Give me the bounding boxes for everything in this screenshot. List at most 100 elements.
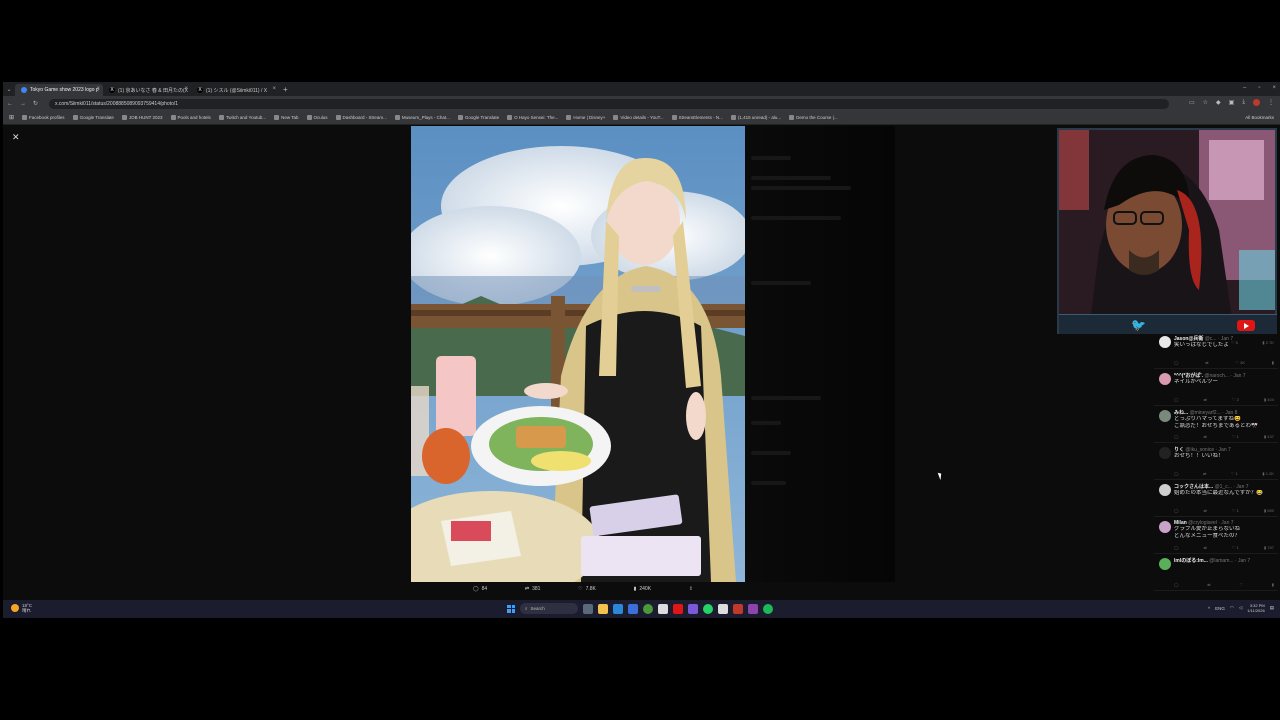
reply-stat[interactable]: ◯ [1174, 360, 1178, 365]
tab-search-icon[interactable]: ⌄ [3, 82, 15, 96]
reply-stat[interactable]: ▮ 787 [1264, 545, 1274, 550]
reply-author[interactable]: *^^(*おがぱ'. @naroch... · Jan 7 [1174, 369, 1278, 379]
reply-stat[interactable]: ▮ [1272, 360, 1274, 365]
bookmark-item[interactable]: Home | Disney+ [566, 115, 605, 120]
bookmark-star-icon[interactable]: ☆ [1203, 99, 1208, 106]
share-button[interactable]: ⇪ [689, 586, 693, 592]
reply-author[interactable]: コックさんは本... @1_c... · Jan 7 [1174, 480, 1278, 490]
store-icon[interactable] [628, 603, 638, 614]
url-bar[interactable]: x.com/Siimki011/status/20088850890937594… [49, 99, 1169, 109]
reply-stat[interactable]: ◯ [1174, 582, 1178, 587]
reply-stat[interactable]: ♡ 3K [1235, 360, 1245, 365]
avatar[interactable] [1159, 336, 1171, 348]
reply-stat[interactable]: ▮ 437 [1264, 434, 1274, 439]
tab-close-icon[interactable]: × [272, 86, 276, 92]
back-icon[interactable]: ← [7, 101, 13, 107]
extension-icon[interactable]: ◆ [1216, 99, 1221, 106]
bookmark-item[interactable]: Facebook profiles [22, 115, 65, 120]
reply-stat[interactable]: ▮ 404 [1264, 397, 1274, 402]
bookmark-item[interactable]: StreamElements - N... [671, 115, 723, 120]
reply-stat[interactable]: ◯ [1174, 508, 1178, 513]
reply-stat[interactable]: ♡ 1 [1232, 508, 1239, 513]
new-tab-button[interactable]: + [283, 85, 288, 94]
tab-2[interactable]: X (1) シスル (@Siimki011) / X × [191, 84, 279, 96]
reply-stat[interactable]: ▮ 580 [1264, 508, 1274, 513]
maximize-icon[interactable]: ▫ [1258, 85, 1260, 91]
twitch-icon[interactable] [748, 603, 758, 614]
forward-icon[interactable]: → [20, 101, 26, 107]
profile-avatar[interactable] [1253, 99, 1260, 106]
taskbar-search[interactable]: ⌕ Search [520, 603, 578, 614]
avatar[interactable] [1159, 558, 1171, 570]
task-view-icon[interactable] [583, 603, 593, 614]
reply-stat[interactable]: ♡ 1 [1232, 545, 1239, 550]
reply-item[interactable]: コックさんは本... @1_c... · Jan 7 始めたの本当に最近なんですか… [1154, 480, 1278, 517]
reply-stat[interactable]: ◯ [1174, 397, 1178, 402]
reply-author[interactable]: みね... @mineyarf2... · Jan 8 [1174, 406, 1278, 416]
capcut-icon[interactable] [718, 603, 728, 614]
apps-icon[interactable]: ⊞ [9, 114, 14, 121]
reply-item[interactable]: lmlのぼる:lm... @lamam... · Jan 7 ◯ ⇄ ♡ ▮ [1154, 554, 1278, 591]
bookmark-item[interactable]: Demo the Course |... [789, 115, 838, 120]
reply-button[interactable]: ◯ 84 [473, 586, 487, 592]
reply-stat[interactable]: ⇄ [1207, 582, 1210, 587]
bookmark-item[interactable]: JOB HUNT 2023 [121, 115, 163, 120]
reply-stat[interactable]: ♡ 2 [1232, 397, 1239, 402]
spotify-icon[interactable] [763, 603, 773, 614]
obs-icon[interactable] [733, 603, 743, 614]
reply-stat[interactable]: ♡ 1 [1231, 471, 1238, 476]
bookmark-item[interactable]: New Tab [274, 115, 299, 120]
chrome-icon[interactable] [643, 603, 653, 614]
reply-stat[interactable]: ⇄ [1204, 434, 1207, 439]
lang-indicator[interactable]: ENG [1215, 606, 1225, 611]
bookmark-item[interactable]: Pools and hotels [170, 115, 211, 120]
reply-item[interactable]: みね... @mineyarf2... · Jan 8 どっぷりハマってますね😆 ご… [1154, 406, 1278, 443]
weather-widget[interactable]: 18°C 晴れ [11, 603, 32, 613]
views-button[interactable]: ▮ 240K [634, 586, 651, 592]
youtube-app-icon[interactable] [673, 603, 683, 614]
notification-icon[interactable]: ▤ [1270, 605, 1274, 611]
reply-author[interactable]: Milan @crylogiseel · Jan 7 [1174, 517, 1278, 526]
minimize-icon[interactable]: – [1243, 85, 1246, 91]
wifi-icon[interactable]: ◠ [1230, 605, 1234, 611]
reply-stat[interactable]: ⇄ [1203, 471, 1206, 476]
app-icon[interactable] [688, 603, 698, 614]
reply-item[interactable]: Milan @crylogiseel · Jan 7 グラブル愛が止まらないね どん… [1154, 517, 1278, 554]
menu-icon[interactable]: ⋮ [1268, 99, 1274, 106]
reply-stat[interactable]: ⇄ [1205, 360, 1208, 365]
file-explorer-icon[interactable] [598, 603, 608, 614]
reply-item[interactable]: りく @iku_sonice · Jan 7 おせち！！いいね！ ◯ ⇄ ♡ 1 ▮ … [1154, 443, 1278, 480]
repost-button[interactable]: ⇄ 381 [525, 586, 541, 592]
close-window-icon[interactable]: × [1272, 85, 1276, 91]
edge-icon[interactable] [613, 603, 623, 614]
tab-1[interactable]: X (1) 京あいなさ 春 & 田月たの(X × [103, 84, 191, 96]
clock[interactable]: 3:32 PM 1/11/2026 [1247, 603, 1265, 613]
tab-close-icon[interactable]: × [184, 86, 188, 92]
reload-icon[interactable]: ↻ [33, 100, 38, 107]
reply-stat[interactable]: ◯ [1174, 471, 1178, 476]
reply-stat[interactable]: ♡ [1239, 582, 1243, 587]
bookmark-item[interactable]: Museum_Plays - Chat... [394, 115, 450, 120]
bookmark-item[interactable]: Google Translate [72, 115, 114, 120]
download-icon[interactable]: ⤓ [1242, 99, 1245, 106]
reply-item[interactable]: *^^(*おがぱ'. @naroch... · Jan 7 ネイルがベルツー ◯ ⇄… [1154, 369, 1278, 406]
avatar[interactable] [1159, 410, 1171, 422]
whatsapp-icon[interactable] [703, 603, 713, 614]
reply-author[interactable]: りく @iku_sonice · Jan 7 [1174, 443, 1278, 453]
bookmark-item[interactable]: Video details - YouT... [613, 115, 664, 120]
reply-stat[interactable]: ⇄ [1204, 508, 1207, 513]
bookmark-item[interactable]: Google Translate [457, 115, 499, 120]
bookmark-item[interactable]: Oculus [306, 115, 328, 120]
post-photo[interactable] [411, 126, 745, 582]
reply-stat[interactable]: ⇄ [1204, 545, 1207, 550]
bookmark-item[interactable]: Twitch and Youtub... [218, 115, 266, 120]
windows-start-icon[interactable] [507, 604, 515, 613]
tab-close-icon[interactable]: × [96, 86, 100, 92]
tray-chevron-icon[interactable]: ^ [1208, 606, 1210, 611]
avatar[interactable] [1159, 447, 1171, 459]
reply-stat[interactable]: ◯ [1174, 545, 1178, 550]
reply-stat[interactable]: ▮ 1.2K [1262, 471, 1274, 476]
reply-stat[interactable]: ◯ [1174, 434, 1178, 439]
cast-icon[interactable]: ▭ [1189, 99, 1195, 106]
avatar[interactable] [1159, 521, 1171, 533]
